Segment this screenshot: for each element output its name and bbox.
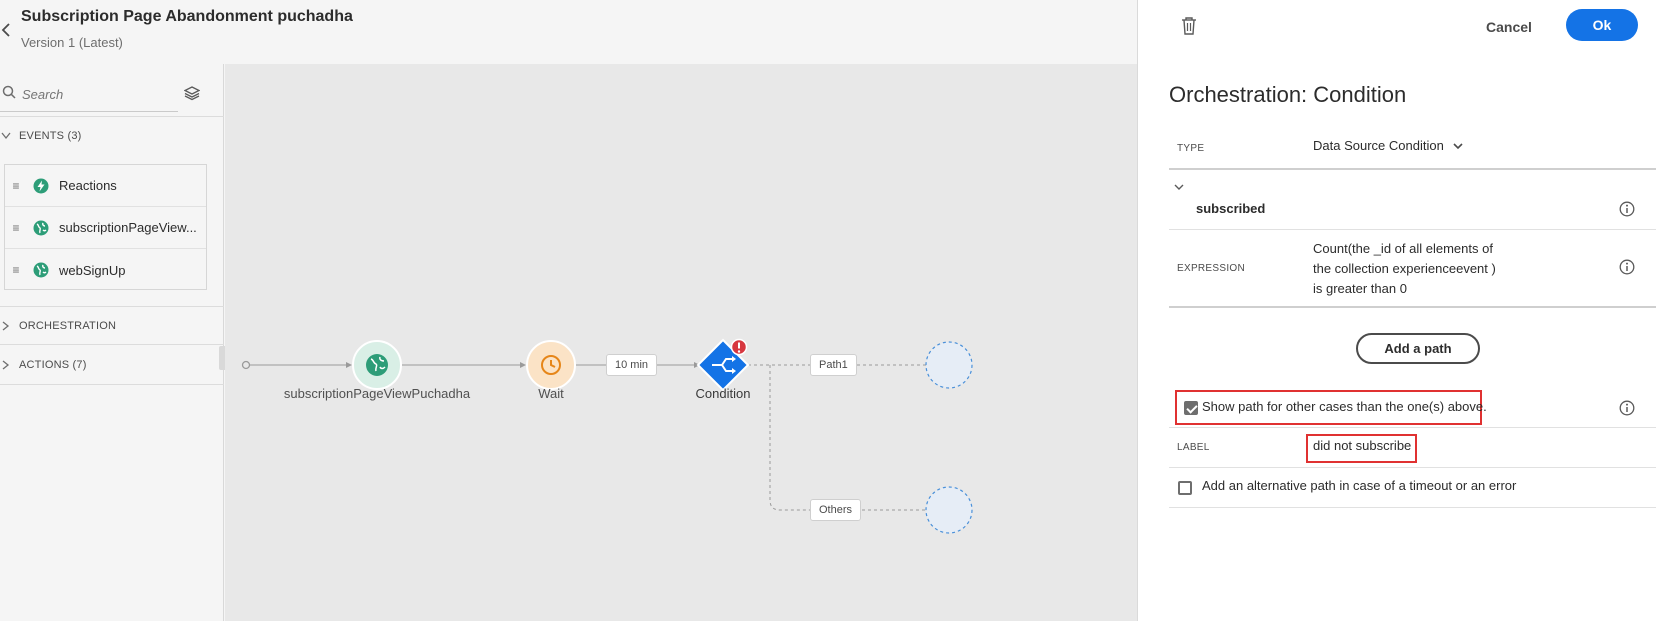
globe-icon [33, 220, 49, 235]
cancel-button[interactable]: Cancel [1479, 13, 1539, 41]
condition-node[interactable] [696, 338, 750, 392]
journey-flow [241, 338, 973, 534]
expression-line: Count(the _id of all elements of [1313, 241, 1493, 256]
alternative-path-label: Add an alternative path in case of a tim… [1202, 478, 1517, 493]
section-events-label: EVENTS (3) [19, 130, 82, 142]
path-label-value[interactable]: did not subscribe [1313, 438, 1411, 453]
others-label-pill: Others [810, 499, 862, 521]
expression-line: is greater than 0 [1313, 281, 1407, 296]
ok-button[interactable]: Ok [1566, 9, 1638, 41]
journey-canvas[interactable]: subscriptionPageViewPuchadha Wait 10 min… [225, 64, 1137, 621]
section-actions[interactable]: ACTIONS (7) [0, 355, 87, 375]
wait-duration-pill: 10 min [606, 354, 658, 376]
expression-line: the collection experienceevent ) [1313, 261, 1496, 276]
layers-icon[interactable] [184, 85, 200, 101]
journey-title: Subscription Page Abandonment puchadha [21, 8, 353, 25]
event-item-label: Reactions [59, 178, 117, 193]
condition-name: subscribed [1196, 201, 1266, 216]
drag-handle-icon[interactable]: ≡ [5, 221, 27, 235]
palette-search [0, 76, 178, 112]
divider [1169, 306, 1656, 308]
type-select-value: Data Source Condition [1313, 138, 1444, 153]
expression-field-label: EXPRESSION [1177, 263, 1246, 274]
chevron-right-icon [2, 360, 10, 370]
drag-handle-icon[interactable]: ≡ [5, 179, 27, 193]
chevron-down-icon[interactable] [1173, 183, 1185, 193]
show-other-path-checkbox[interactable] [1184, 401, 1198, 415]
divider [0, 344, 224, 345]
add-path-button[interactable]: Add a path [1356, 333, 1480, 364]
journey-version: Version 1 (Latest) [21, 35, 123, 50]
event-item-label: webSignUp [59, 262, 126, 278]
info-icon[interactable] [1619, 201, 1635, 217]
exclamation-icon [730, 338, 748, 356]
divider [0, 306, 224, 307]
event-item-reactions[interactable]: ≡ Reactions [5, 165, 206, 207]
divider [1169, 168, 1656, 170]
arrowhead [346, 362, 352, 368]
events-list: ≡ Reactions ≡ subscriptionPageView... ≡ … [4, 164, 207, 290]
event-node-label: subscriptionPageViewPuchadha [283, 386, 471, 401]
path1-label-pill: Path1 [810, 354, 857, 376]
others-drop-target[interactable] [925, 486, 973, 534]
divider [1169, 427, 1656, 428]
drag-handle-icon[interactable]: ≡ [5, 263, 27, 277]
event-node[interactable] [352, 340, 402, 390]
alternative-path-checkbox[interactable] [1178, 481, 1192, 495]
activity-palette: EVENTS (3) ≡ Reactions ≡ subscriptionPag… [0, 64, 224, 621]
globe-icon [33, 262, 49, 278]
type-select[interactable]: Data Source Condition [1313, 138, 1464, 153]
divider [1169, 229, 1656, 230]
show-other-path-label: Show path for other cases than the one(s… [1202, 399, 1487, 414]
trash-icon[interactable] [1180, 16, 1198, 36]
journey-header: Subscription Page Abandonment puchadha V… [0, 0, 1137, 64]
chevron-right-icon [2, 321, 10, 331]
path1-drop-target[interactable] [925, 341, 973, 389]
panel-title: Orchestration: Condition [1169, 82, 1407, 107]
condition-node-label: Condition [695, 386, 751, 401]
event-item-websignup[interactable]: ≡ webSignUp [5, 249, 206, 291]
section-orchestration-label: ORCHESTRATION [19, 320, 117, 332]
section-actions-label: ACTIONS (7) [19, 359, 87, 371]
type-field-label: TYPE [1177, 143, 1205, 154]
event-item-subscriptionpageview[interactable]: ≡ subscriptionPageView... [5, 207, 206, 249]
divider [1169, 467, 1656, 468]
event-item-label: subscriptionPageView... [59, 220, 197, 235]
wait-node[interactable] [526, 340, 576, 390]
branch-connector [769, 365, 810, 511]
divider [0, 116, 224, 117]
chevron-down-icon [1453, 142, 1463, 149]
wait-node-label: Wait [538, 386, 564, 401]
info-icon[interactable] [1619, 400, 1635, 416]
section-events[interactable]: EVENTS (3) [0, 126, 82, 146]
properties-panel: Cancel Ok Orchestration: Condition TYPE … [1137, 0, 1656, 621]
arrowhead [520, 362, 526, 368]
divider [1169, 507, 1656, 508]
search-icon [2, 85, 16, 99]
section-orchestration[interactable]: ORCHESTRATION [0, 316, 116, 336]
bolt-icon [33, 178, 49, 193]
divider [0, 384, 224, 385]
info-icon[interactable] [1619, 259, 1635, 275]
palette-search-input[interactable] [22, 84, 172, 104]
chevron-left-icon[interactable] [0, 20, 12, 40]
chevron-down-icon [1, 132, 11, 140]
start-point-icon [241, 360, 251, 370]
label-field-label: LABEL [1177, 442, 1210, 453]
